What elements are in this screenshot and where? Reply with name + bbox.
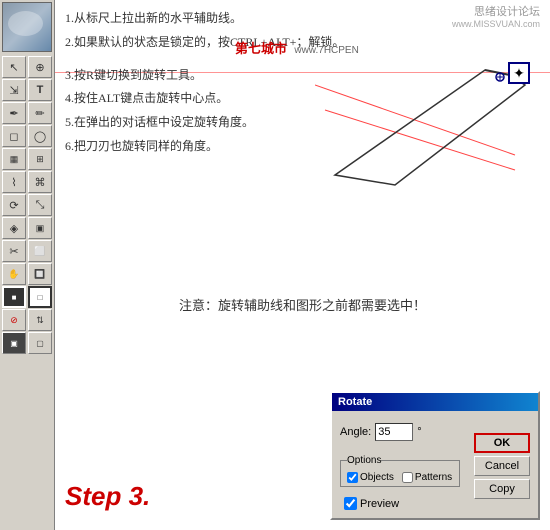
options-fieldset: Options Objects Patterns xyxy=(340,455,460,487)
eraser-tool[interactable]: ⬜ xyxy=(28,240,52,262)
swap-colors[interactable]: ⇅ xyxy=(28,309,52,331)
gradient-tool[interactable]: ▣ xyxy=(28,217,52,239)
tool-row: ⟳ ⤡ xyxy=(2,194,52,216)
toolbar-image xyxy=(2,2,52,52)
scale-tool[interactable]: ⤡ xyxy=(28,194,52,216)
ok-button[interactable]: OK xyxy=(474,433,530,453)
objects-option[interactable]: Objects xyxy=(347,472,394,483)
scissors-tool[interactable]: ✂ xyxy=(2,240,26,262)
mesh-tool[interactable]: ⊞ xyxy=(28,148,52,170)
objects-checkbox[interactable] xyxy=(347,472,358,483)
tool-row: ◻ ◯ xyxy=(2,125,52,147)
options-checkboxes: Objects Patterns xyxy=(347,472,453,483)
watermark: 思绪设计论坛 www.MISSVUAN.com xyxy=(452,5,540,31)
instruction-1: 1.从标尺上拉出新的水平辅助线。 xyxy=(65,8,450,30)
tool-row: ▦ ⊞ xyxy=(2,148,52,170)
knife-illustration xyxy=(315,55,535,195)
patterns-checkbox[interactable] xyxy=(402,472,413,483)
degree-symbol: ° xyxy=(417,426,421,438)
brush-tool[interactable]: ⌇ xyxy=(2,171,26,193)
type-tool[interactable]: T xyxy=(28,79,52,101)
view-mode2[interactable]: ▢ xyxy=(28,332,52,354)
note-text: 注意：旋转辅助线和图形之前都需要选中！ xyxy=(179,295,426,314)
star-icon: ✦ xyxy=(508,62,530,84)
view-mode1[interactable]: ▣ xyxy=(2,332,26,354)
patterns-option[interactable]: Patterns xyxy=(402,472,452,483)
dialog-title: Rotate xyxy=(338,396,372,408)
fill-color[interactable]: ■ xyxy=(2,286,26,308)
watermark-line2: www.MISSVUAN.com xyxy=(452,19,540,31)
dialog-body: Angle: ° Options Objects xyxy=(332,411,538,518)
hand-tool[interactable]: ✋ xyxy=(2,263,26,285)
cancel-button[interactable]: Cancel xyxy=(474,456,530,476)
stroke-color[interactable]: □ xyxy=(28,286,52,308)
graph-tool[interactable]: ▦ xyxy=(2,148,26,170)
tool-row: ⌇ ⌘ xyxy=(2,171,52,193)
preview-label: Preview xyxy=(360,498,399,510)
zoom-tool[interactable]: ⊕ xyxy=(28,56,52,78)
arrow-tool[interactable]: ↖ xyxy=(2,56,26,78)
objects-label: Objects xyxy=(360,472,394,483)
copy-button[interactable]: Copy xyxy=(474,479,530,499)
tool-row: ▣ ▢ xyxy=(2,332,52,354)
dialog-buttons: OK Cancel Copy xyxy=(474,433,530,499)
step-label: Step 3. xyxy=(65,481,150,512)
tool-row: ◈ ▣ xyxy=(2,217,52,239)
pencil-tool[interactable]: ✏ xyxy=(28,102,52,124)
angle-input[interactable] xyxy=(375,423,413,441)
tool-row: ✂ ⬜ xyxy=(2,240,52,262)
page-tool[interactable]: 🔲 xyxy=(28,263,52,285)
rotate-tool[interactable]: ⟳ xyxy=(2,194,26,216)
none-fill[interactable]: ⊘ xyxy=(2,309,26,331)
watermark-line1: 思绪设计论坛 xyxy=(474,5,540,19)
ellipse-tool[interactable]: ◯ xyxy=(28,125,52,147)
blend-tool[interactable]: ◈ xyxy=(2,217,26,239)
tool-row: ⊘ ⇅ xyxy=(2,309,52,331)
toolbar: ↖ ⊕ ⇲ T ✒ ✏ ◻ ◯ ▦ ⊞ ⌇ ⌘ ⟳ ⤡ ◈ ▣ xyxy=(0,0,55,530)
rect-tool[interactable]: ◻ xyxy=(2,125,26,147)
options-legend: Options xyxy=(347,455,381,466)
preview-checkbox[interactable] xyxy=(344,497,357,510)
paint-tool[interactable]: ⌘ xyxy=(28,171,52,193)
tool-row: ↖ ⊕ xyxy=(2,56,52,78)
rotate-dialog: Rotate Angle: ° Options O xyxy=(330,391,540,520)
tool-row: ■ □ xyxy=(2,286,52,308)
tool-row: ✒ ✏ xyxy=(2,102,52,124)
pen-tool[interactable]: ✒ xyxy=(2,102,26,124)
tool-row: ✋ 🔲 xyxy=(2,263,52,285)
dialog-titlebar: Rotate xyxy=(332,393,538,411)
content-area: 思绪设计论坛 www.MISSVUAN.com 1.从标尺上拉出新的水平辅助线。… xyxy=(55,0,550,530)
angle-label: Angle: xyxy=(340,426,371,438)
patterns-label: Patterns xyxy=(415,472,452,483)
tool-row: ⇲ T xyxy=(2,79,52,101)
select-tool[interactable]: ⇲ xyxy=(2,79,26,101)
